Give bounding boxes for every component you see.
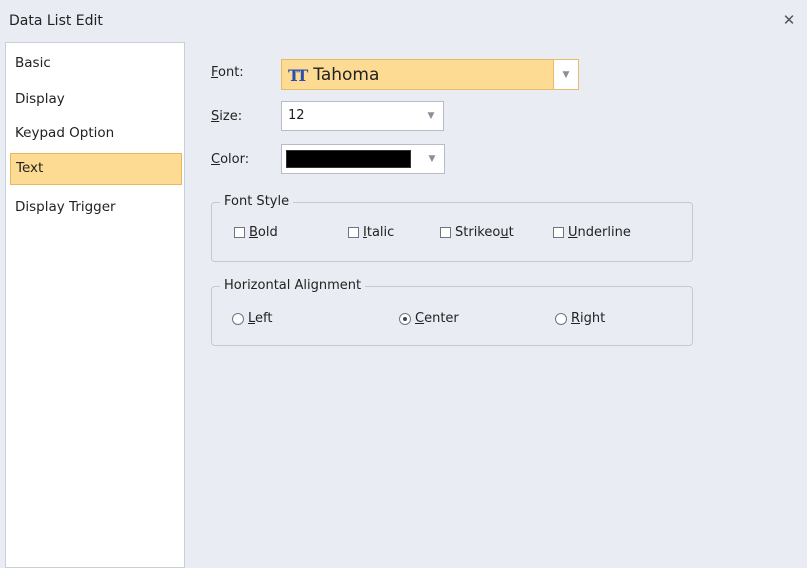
radio-icon [232,312,244,325]
horizontal-alignment-group: Horizontal Alignment Left Center Right [211,278,693,346]
font-style-title: Font Style [220,194,294,209]
close-icon[interactable]: ✕ [780,11,798,29]
color-label: Color: [211,152,250,167]
font-style-group: Font Style Bold Italic Strikeout Underli… [211,194,693,262]
nav-item-display-trigger[interactable]: Display Trigger [10,193,182,225]
title-bar: Data List Edit ✕ [0,0,807,42]
bold-checkbox[interactable]: Bold [234,225,278,240]
align-left-radio[interactable]: Left [232,311,272,326]
horizontal-alignment-title: Horizontal Alignment [220,278,366,293]
checkbox-icon [440,227,451,238]
color-swatch [286,150,411,168]
nav-item-display[interactable]: Display [10,85,182,117]
radio-selected-icon [399,312,411,325]
truetype-font-icon: TT [288,65,308,85]
chevron-down-icon[interactable]: ▼ [420,145,444,173]
checkbox-icon [234,227,245,238]
nav-item-basic[interactable]: Basic [10,49,182,81]
color-picker[interactable]: ▼ [281,144,445,174]
checkbox-icon [348,227,359,238]
font-value: Tahoma [313,65,380,85]
size-value: 12 [288,108,305,123]
strikeout-checkbox[interactable]: Strikeout [440,225,514,240]
category-list: Basic Display Keypad Option Text Display… [5,42,185,568]
underline-checkbox[interactable]: Underline [553,225,631,240]
nav-item-text[interactable]: Text [10,153,182,185]
window-title: Data List Edit [9,13,103,29]
size-combobox[interactable]: 12 ▼ [281,101,444,131]
nav-item-keypad-option[interactable]: Keypad Option [10,119,182,151]
align-center-radio[interactable]: Center [399,311,459,326]
font-combobox[interactable]: TT Tahoma ▼ [281,59,579,90]
italic-checkbox[interactable]: Italic [348,225,394,240]
radio-icon [555,312,567,325]
checkbox-icon [553,227,564,238]
chevron-down-icon[interactable]: ▼ [553,60,578,89]
font-label: Font: [211,65,244,80]
align-right-radio[interactable]: Right [555,311,605,326]
size-label: Size: [211,109,243,124]
text-settings-panel: Font: TT Tahoma ▼ Size: 12 ▼ Color: ▼ Fo… [186,42,807,568]
chevron-down-icon[interactable]: ▼ [419,102,443,130]
